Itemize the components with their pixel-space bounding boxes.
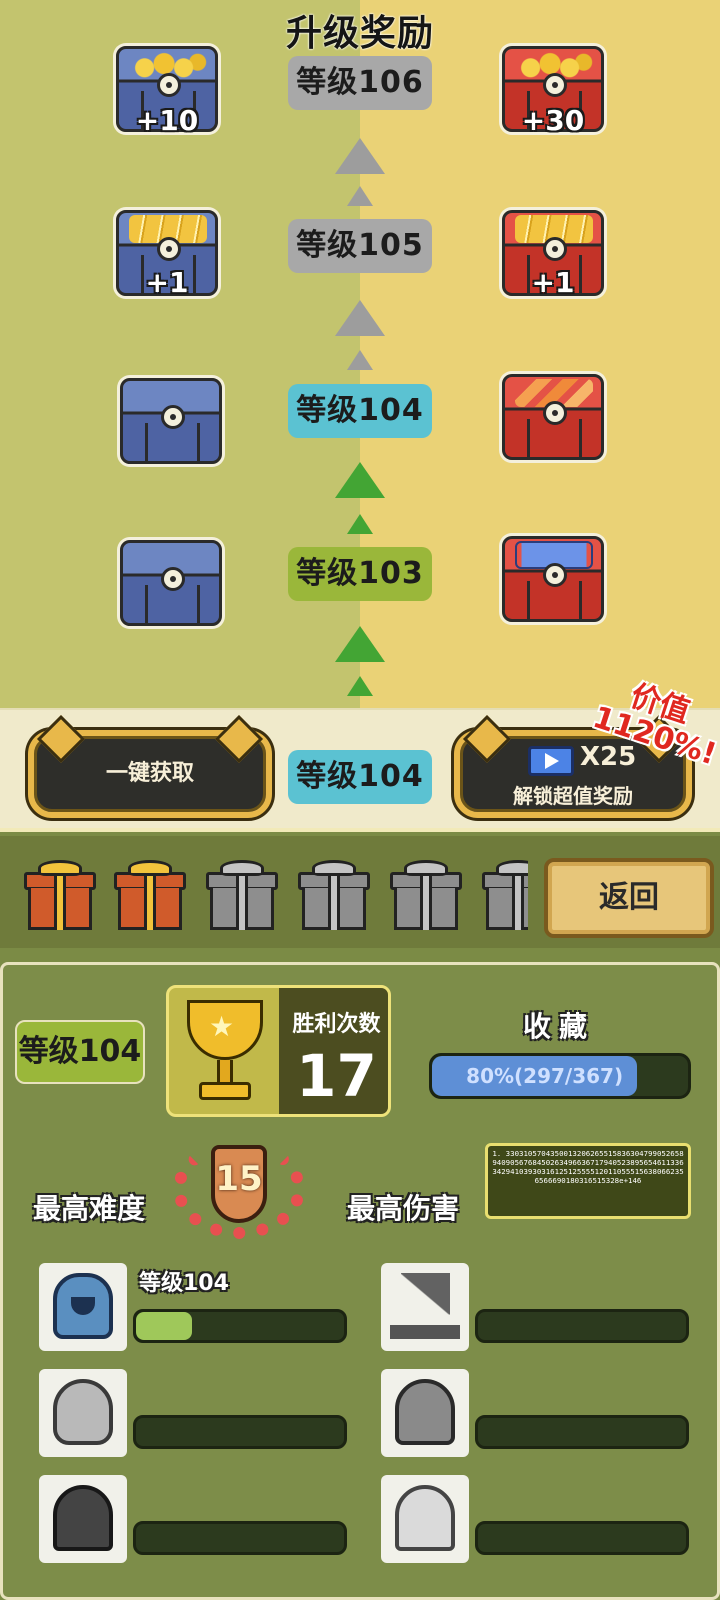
- gear-level: 等级104: [139, 1271, 229, 1296]
- collection-label: 收藏: [522, 1010, 595, 1043]
- gear-slot-2[interactable]: [381, 1263, 469, 1351]
- max-difficulty-value: 15: [215, 1159, 263, 1199]
- claim-all-button[interactable]: 一键获取: [28, 730, 272, 818]
- free-chest-claimed[interactable]: [120, 540, 222, 626]
- gift-strip: 返回: [0, 836, 720, 948]
- max-damage-label: 最高伤害: [347, 1192, 460, 1225]
- level-badge: 等级105: [288, 219, 432, 273]
- spiked-helmet-icon: [395, 1379, 455, 1445]
- lock-icon: [157, 73, 181, 97]
- lock-icon: [157, 237, 181, 261]
- gift-box-icon[interactable]: [114, 860, 186, 930]
- gear-progress-bar: [133, 1521, 347, 1555]
- max-damage-value: 1. 3303105704350013206265515836304799052…: [485, 1143, 691, 1219]
- locked-gift-box-icon[interactable]: [298, 860, 370, 930]
- player-stats-panel: 等级104 ★ 胜利次数 17 收藏 80%(297/367) 最高难度 15 …: [0, 962, 720, 1600]
- gear-progress-bar: [475, 1309, 689, 1343]
- knight-helmet-icon: [53, 1273, 113, 1339]
- level-badge: 等级106: [288, 56, 432, 110]
- lock-icon: [543, 73, 567, 97]
- collection-progress-text: 80%(297/367): [466, 1064, 624, 1088]
- gear-progress-fill: [136, 1312, 193, 1340]
- wins-card: ★ 胜利次数 17: [166, 985, 391, 1117]
- locked-gift-box-icon[interactable]: [482, 860, 528, 930]
- premium-reward-count: +1: [531, 266, 575, 299]
- unlock-label: 解锁超值奖励: [513, 784, 633, 808]
- lock-icon: [543, 237, 567, 261]
- rewards-title: 升级奖励: [285, 13, 434, 54]
- gear-slot-4[interactable]: [381, 1369, 469, 1457]
- video-ad-icon: [528, 746, 574, 776]
- gear-progress-bar: [475, 1521, 689, 1555]
- wins-count: 17: [296, 1042, 377, 1110]
- upgrade-rewards-panel[interactable]: 升级奖励 +10 等级106 +30 +1 等级105 +1 等级104 等级1…: [0, 0, 720, 832]
- gift-box-icon[interactable]: [24, 860, 96, 930]
- current-level-badge: 等级104: [288, 384, 432, 438]
- premium-shard-chest[interactable]: [502, 374, 604, 460]
- progress-arrow-icon: [347, 676, 373, 696]
- laurel-shield-icon: 15: [173, 1133, 305, 1245]
- collection-progress-bar[interactable]: 80%(297/367): [429, 1053, 691, 1099]
- free-reward-count: +1: [145, 266, 189, 299]
- player-level: 等级104: [15, 1020, 145, 1084]
- wins-label: 胜利次数: [292, 1012, 381, 1037]
- progress-arrow-icon: [335, 626, 385, 662]
- premium-ticket-chest[interactable]: [502, 536, 604, 622]
- free-reward-count: +10: [135, 104, 199, 137]
- turban-helmet-icon: [53, 1379, 113, 1445]
- level-badge: 等级103: [288, 547, 432, 601]
- progress-arrow-icon: [335, 138, 385, 174]
- gear-progress-bar: [133, 1309, 347, 1343]
- free-chest-claimed[interactable]: [120, 378, 222, 464]
- gear-progress-bar: [475, 1415, 689, 1449]
- dark-hood-icon: [53, 1485, 113, 1551]
- progress-arrow-icon: [335, 300, 385, 336]
- floral-veil-icon: [395, 1485, 455, 1551]
- current-level-indicator: 等级104: [288, 750, 432, 804]
- witch-hat-icon: [390, 1273, 460, 1339]
- gear-slot-3[interactable]: [39, 1369, 127, 1457]
- locked-gift-box-icon[interactable]: [206, 860, 278, 930]
- max-difficulty-label: 最高难度: [33, 1192, 146, 1225]
- gear-slot-1[interactable]: [39, 1263, 127, 1351]
- progress-arrow-icon: [347, 514, 373, 534]
- lock-icon: [543, 401, 567, 425]
- lock-icon: [543, 563, 567, 587]
- premium-reward-count: +30: [521, 104, 585, 137]
- gear-progress-bar: [133, 1415, 347, 1449]
- gear-slot-5[interactable]: [39, 1475, 127, 1563]
- back-button[interactable]: 返回: [544, 858, 714, 938]
- progress-arrow-icon: [347, 350, 373, 370]
- star-icon: ★: [209, 1010, 235, 1043]
- progress-arrow-icon: [335, 462, 385, 498]
- game-screen: 升级奖励 +10 等级106 +30 +1 等级105 +1 等级104 等级1…: [0, 0, 720, 1600]
- lock-icon: [161, 405, 185, 429]
- unlock-multiplier: X25: [580, 742, 637, 772]
- lock-icon: [161, 567, 185, 591]
- gear-slot-6[interactable]: [381, 1475, 469, 1563]
- locked-gift-box-icon[interactable]: [390, 860, 462, 930]
- progress-arrow-icon: [347, 186, 373, 206]
